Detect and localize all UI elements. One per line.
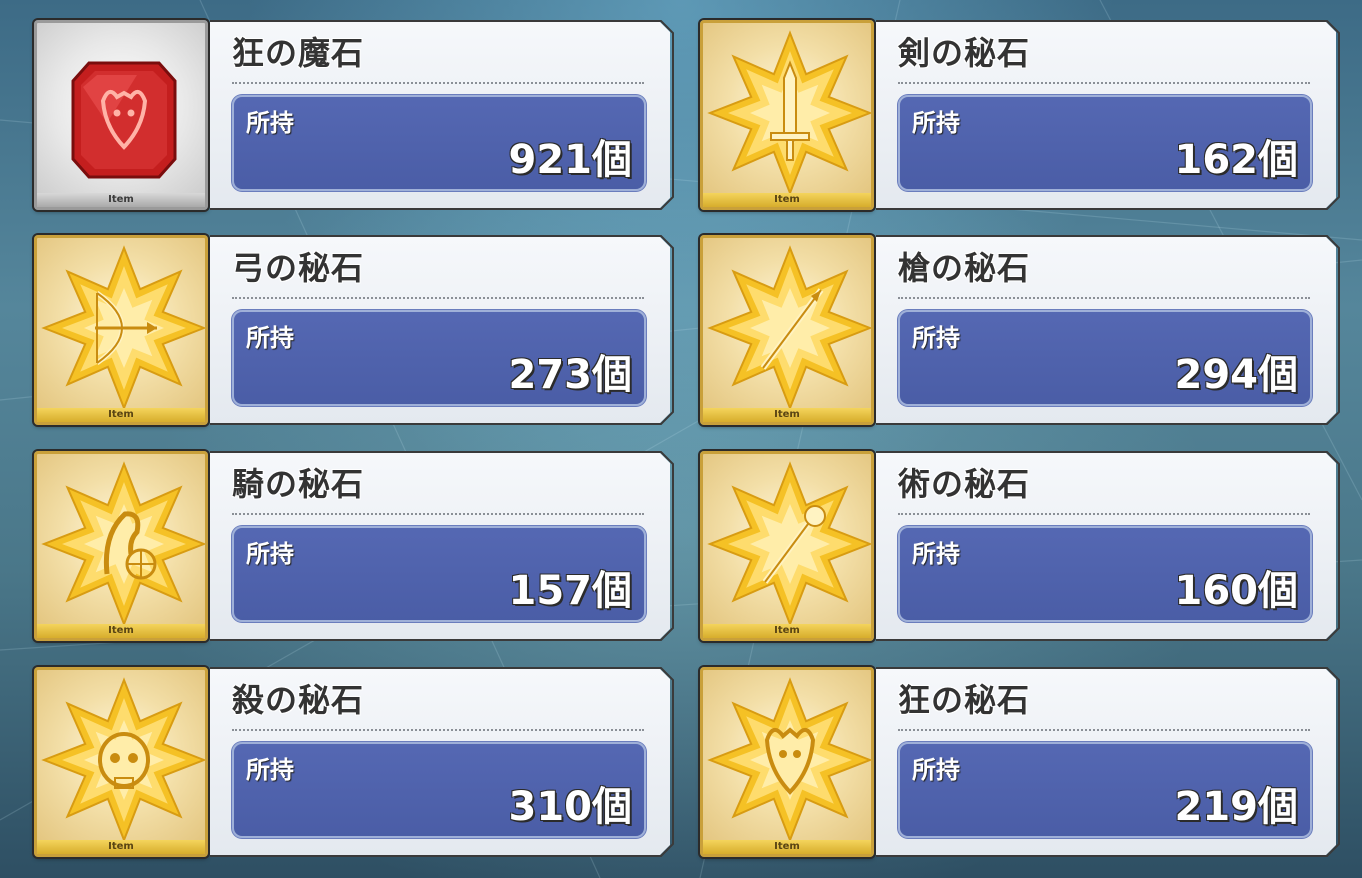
- item-card[interactable]: Item 弓の秘石所持 273個: [34, 235, 674, 425]
- owned-label: 所持: [246, 540, 294, 568]
- divider: [232, 297, 644, 299]
- item-card[interactable]: Item 狂の秘石所持 219個: [700, 667, 1340, 857]
- owned-count: 294個: [1174, 352, 1299, 398]
- item-card[interactable]: Item 狂の魔石所持 921個: [34, 20, 674, 210]
- owned-count-box: 所持 310個: [232, 742, 646, 838]
- item-card[interactable]: Item 術の秘石所持 160個: [700, 451, 1340, 641]
- divider: [898, 82, 1310, 84]
- item-tag: Item: [37, 193, 205, 207]
- owned-count: 219個: [1174, 784, 1299, 830]
- owned-count-box: 所持 294個: [898, 310, 1312, 406]
- item-card[interactable]: Item 槍の秘石所持 294個: [700, 235, 1340, 425]
- owned-label: 所持: [912, 109, 960, 137]
- item-card[interactable]: Item 剣の秘石所持 162個: [700, 20, 1340, 210]
- owned-label: 所持: [912, 756, 960, 784]
- item-tag: Item: [37, 624, 205, 638]
- item-thumbnail[interactable]: Item: [700, 235, 874, 425]
- owned-label: 所持: [912, 540, 960, 568]
- item-tag: Item: [703, 624, 871, 638]
- owned-count-box: 所持 219個: [898, 742, 1312, 838]
- owned-count-box: 所持 160個: [898, 526, 1312, 622]
- owned-count: 157個: [508, 568, 633, 614]
- owned-count: 273個: [508, 352, 633, 398]
- item-card[interactable]: Item 騎の秘石所持 157個: [34, 451, 674, 641]
- owned-label: 所持: [912, 324, 960, 352]
- owned-count: 162個: [1174, 137, 1299, 183]
- item-card[interactable]: Item 殺の秘石所持 310個: [34, 667, 674, 857]
- item-tag: Item: [703, 193, 871, 207]
- owned-label: 所持: [246, 324, 294, 352]
- item-name: 狂の秘石: [898, 681, 1031, 719]
- item-thumbnail[interactable]: Item: [34, 20, 208, 210]
- owned-count: 160個: [1174, 568, 1299, 614]
- item-name: 騎の秘石: [232, 465, 365, 503]
- owned-count-box: 所持 273個: [232, 310, 646, 406]
- divider: [232, 513, 644, 515]
- item-name: 術の秘石: [898, 465, 1031, 503]
- item-tag: Item: [703, 408, 871, 422]
- owned-count: 921個: [508, 137, 633, 183]
- item-name: 剣の秘石: [898, 34, 1031, 72]
- divider: [232, 729, 644, 731]
- item-thumbnail[interactable]: Item: [34, 451, 208, 641]
- item-tag: Item: [703, 840, 871, 854]
- divider: [898, 729, 1310, 731]
- owned-count-box: 所持 162個: [898, 95, 1312, 191]
- item-thumbnail[interactable]: Item: [34, 667, 208, 857]
- item-tag: Item: [37, 840, 205, 854]
- divider: [232, 82, 644, 84]
- divider: [898, 297, 1310, 299]
- item-name: 殺の秘石: [232, 681, 365, 719]
- item-tag: Item: [37, 408, 205, 422]
- item-thumbnail[interactable]: Item: [700, 451, 874, 641]
- owned-count-box: 所持 157個: [232, 526, 646, 622]
- item-grid: Item 狂の魔石 所持 921個 Item 剣の秘石 所持 162個 Item 弓の秘石 所持 27…: [0, 0, 1362, 878]
- owned-count: 310個: [508, 784, 633, 830]
- item-name: 弓の秘石: [232, 249, 365, 287]
- item-thumbnail[interactable]: Item: [34, 235, 208, 425]
- owned-label: 所持: [246, 109, 294, 137]
- item-thumbnail[interactable]: Item: [700, 20, 874, 210]
- item-name: 狂の魔石: [232, 34, 365, 72]
- owned-label: 所持: [246, 756, 294, 784]
- item-name: 槍の秘石: [898, 249, 1031, 287]
- item-thumbnail[interactable]: Item: [700, 667, 874, 857]
- divider: [898, 513, 1310, 515]
- owned-count-box: 所持 921個: [232, 95, 646, 191]
